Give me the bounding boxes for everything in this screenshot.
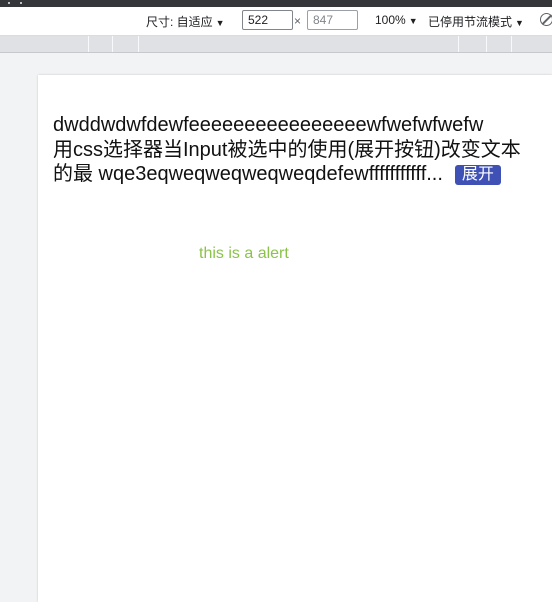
truncated-text-block: dwddwdwfdewfeeeeeeeeeeeeeeeewfwefwfwefw … (53, 113, 552, 187)
ruler-tick (458, 36, 459, 52)
times-symbol: × (294, 14, 302, 28)
expand-button[interactable]: 展开 (454, 165, 501, 185)
ruler-tick (486, 36, 487, 52)
zoom-label: 100% (375, 13, 406, 27)
window-top-strip (0, 0, 552, 7)
width-input[interactable] (242, 10, 293, 30)
strip-dot (8, 2, 10, 4)
text-line-3: 的最 wqe3eqweqweqweqweqdefewfffffffffff...… (53, 162, 552, 187)
throttle-caret-icon: ▼ (515, 18, 524, 28)
ruler-tick (138, 36, 139, 52)
throttle-dropdown[interactable]: 已停用节流模式 ▼ (428, 13, 524, 30)
ruler-tick (511, 36, 512, 52)
network-disabled-icon[interactable] (540, 13, 552, 26)
strip-dot (20, 2, 22, 4)
text-line-2: 用css选择器当Input被选中的使用(展开按钮)改变文本 (53, 138, 521, 161)
dimensions-label: 尺寸: 自适应 (146, 15, 213, 29)
dimensions-caret-icon: ▼ (215, 18, 225, 28)
zoom-dropdown[interactable]: 100% ▼ (375, 13, 418, 27)
ruler-tick (88, 36, 89, 52)
height-input[interactable] (307, 10, 358, 30)
alert-message: this is a alert (199, 245, 289, 262)
device-toolbar: 尺寸: 自适应▼ × 100%▼ 已停用节流模式▼ (0, 7, 552, 36)
text-line-3-content: 的最 wqe3eqweqweqweqweqdefewfffffffffff... (53, 163, 443, 185)
media-query-ruler[interactable] (0, 36, 552, 53)
zoom-caret-icon: ▼ (408, 16, 418, 26)
text-line-1: dwddwdwfdewfeeeeeeeeeeeeeeeewfwefwfwefw (53, 114, 484, 136)
ruler-tick (112, 36, 113, 52)
throttle-label: 已停用节流模式 (428, 15, 513, 29)
dimensions-dropdown[interactable]: 尺寸: 自适应 ▼ (146, 13, 225, 30)
page-viewport: dwddwdwfdewfeeeeeeeeeeeeeeeewfwefwfwefw … (38, 75, 552, 602)
